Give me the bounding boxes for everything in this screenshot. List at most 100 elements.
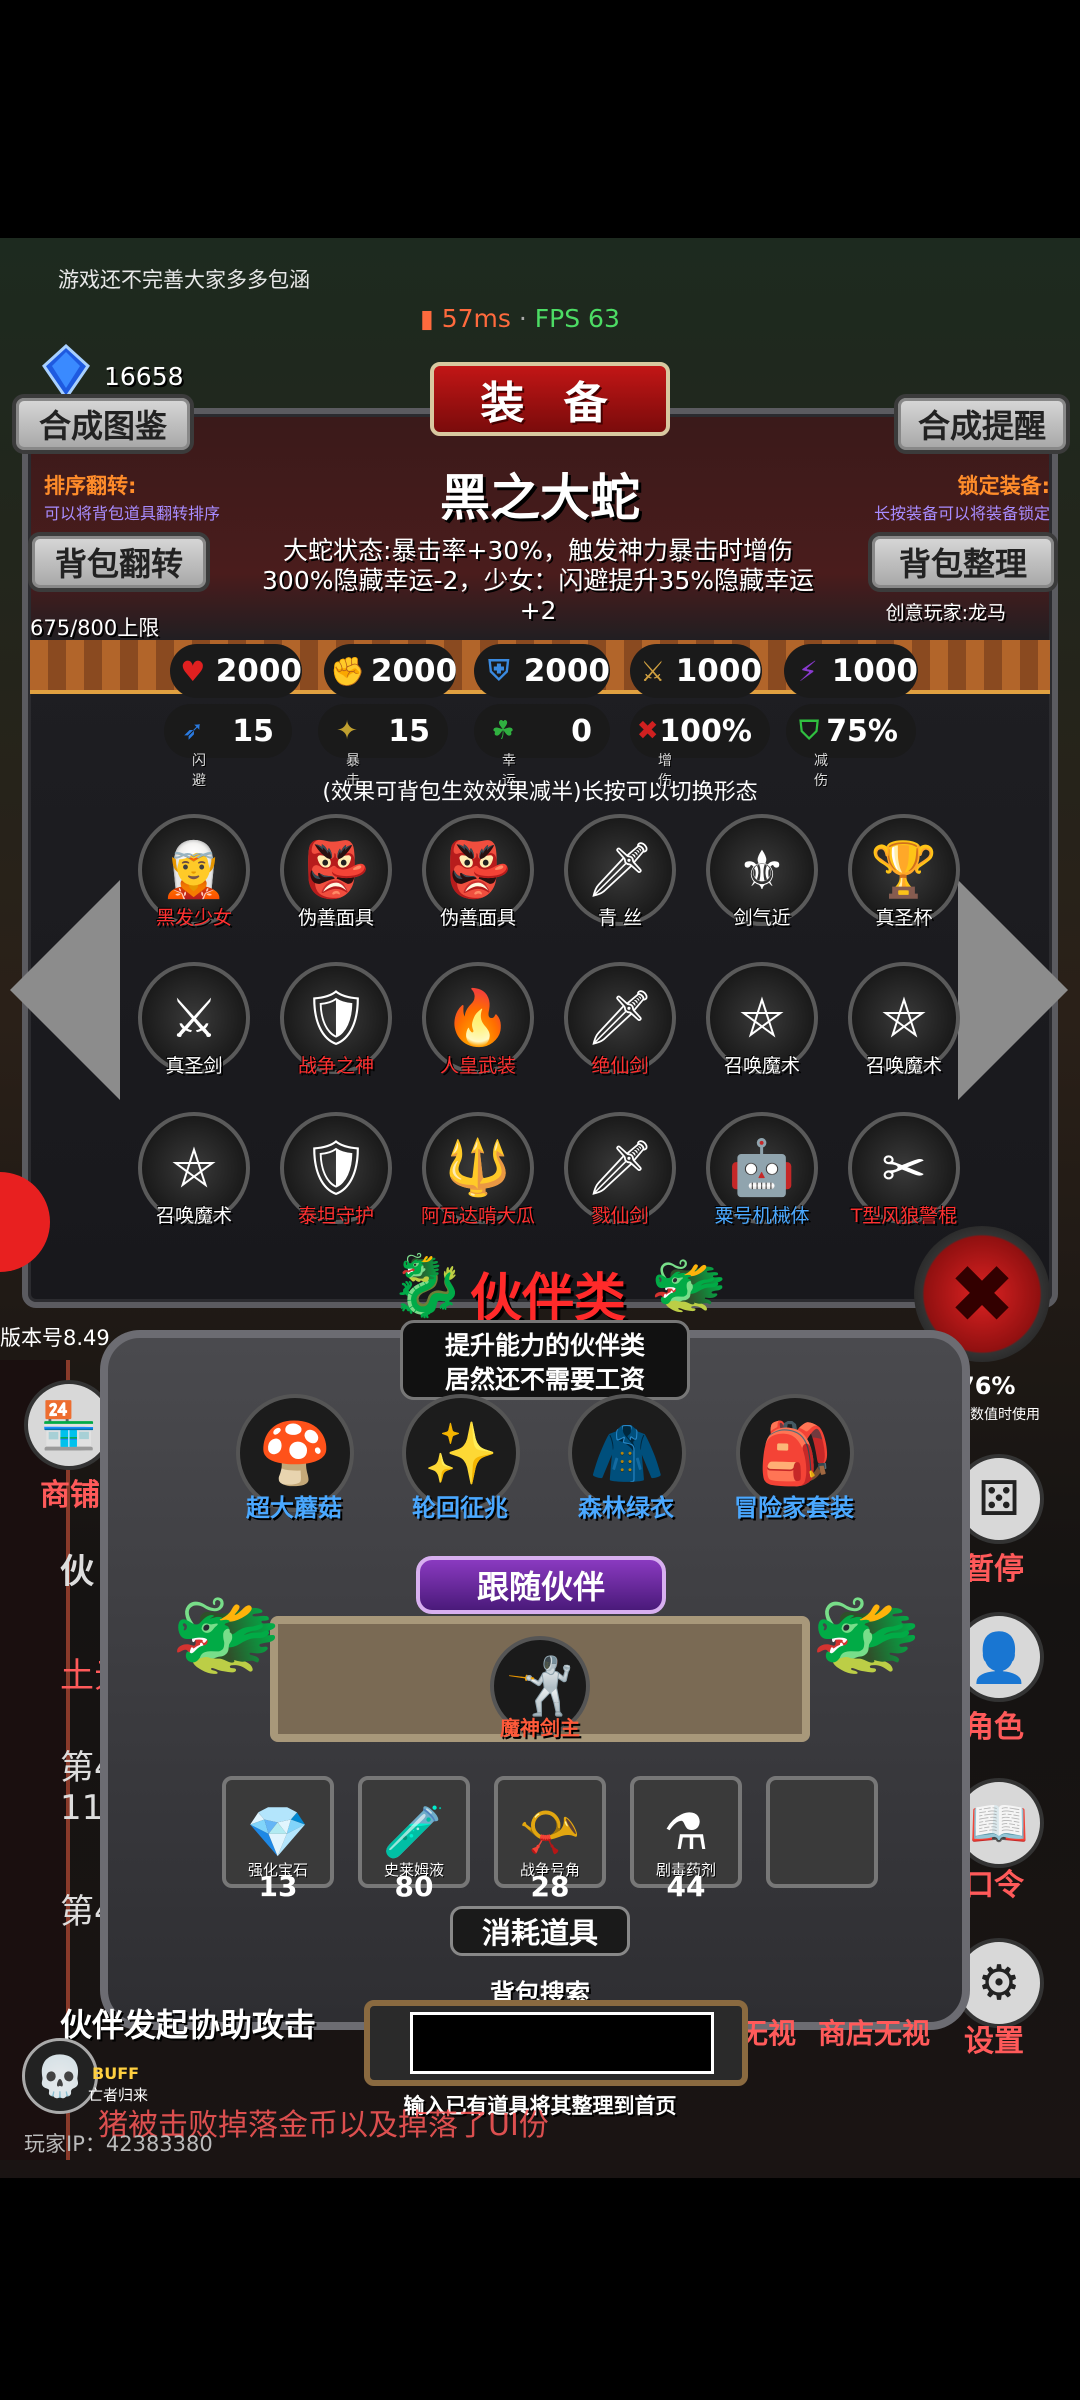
item-art-icon: 🗡: [585, 838, 655, 901]
item-art-icon: 🏆: [870, 838, 938, 901]
equipment-label: 阿瓦达啃大瓜: [420, 1205, 535, 1227]
fps-text: FPS 63: [534, 304, 620, 333]
item-art-icon: ⚜: [737, 838, 787, 902]
command-label: 口令: [964, 1868, 1024, 1903]
equipment-slot[interactable]: 🗡 青 丝: [564, 814, 676, 929]
shield-icon: ⛉ 减伤: [799, 715, 828, 790]
consumable-count: 44: [666, 1870, 706, 1903]
equipment-slot[interactable]: ⛤ 召唤魔术: [138, 1112, 250, 1227]
gem-icon: [42, 344, 90, 400]
item-art-icon: 🛡: [301, 1136, 371, 1199]
sword-icon: ⚔: [640, 654, 666, 688]
equipment-slot[interactable]: 👺 伪善面具: [280, 814, 392, 929]
latency-text: 57ms: [441, 304, 511, 333]
stat-dodge: ➶ 闪避 15: [164, 704, 292, 789]
signal-icon: ▮: [420, 304, 434, 333]
prev-page-arrow-icon[interactable]: [10, 880, 120, 1100]
equipment-label: 召唤魔术: [155, 1205, 232, 1227]
equipment-slot[interactable]: 🧝 黑发少女: [138, 814, 250, 929]
equipment-slot[interactable]: 👺 伪善面具: [422, 814, 534, 929]
equipment-slot[interactable]: ⛤ 召唤魔术: [848, 962, 960, 1077]
equipment-label: 伪善面具: [297, 907, 374, 929]
bag-flip-button[interactable]: 背包翻转: [28, 532, 210, 592]
item-art-icon: 🗡: [585, 1136, 655, 1199]
item-art-icon: ⚔: [169, 986, 219, 1050]
stat-value: 2000: [370, 653, 458, 689]
bag-tidy-button[interactable]: 背包整理: [868, 532, 1058, 592]
backpack-icon: 🎒: [757, 1418, 833, 1489]
equipment-label: 召唤魔术: [865, 1055, 942, 1077]
clover-icon: ☘ 幸运: [480, 708, 526, 789]
pause-label: 暂停: [964, 1552, 1024, 1587]
companion-label: 冒险家套装: [734, 1494, 854, 1522]
item-art-icon: ✂: [881, 1136, 927, 1200]
following-companion-label: 魔神剑主: [500, 1716, 580, 1740]
potion-icon: 🧪: [382, 1802, 446, 1861]
companion-subtitle: 提升能力的伙伴类 居然还不需要工资: [400, 1320, 690, 1400]
equipment-label: 召唤魔术: [723, 1055, 800, 1077]
item-art-icon: 🔥: [444, 986, 512, 1049]
stat-crit: ✦ 暴击 15: [318, 704, 448, 789]
equipment-slot[interactable]: ⛤ 召唤魔术: [706, 962, 818, 1077]
item-description: 大蛇状态:暴击率+30%，触发神力暴击时增伤300%隐藏幸运-2，少女：闪避提升…: [262, 536, 814, 625]
equipment-slot[interactable]: 🗡 戮仙剑: [564, 1112, 676, 1227]
magic-icon: ⚡: [798, 654, 818, 688]
gargoyle-left-icon: 🐲: [170, 1582, 283, 1687]
shop-ad-skip-text: 商店无视: [818, 2017, 931, 2050]
item-art-icon: 👺: [302, 838, 370, 901]
equipment-label: 人皇武装: [439, 1055, 516, 1077]
version-text: 版本号8.49: [0, 1326, 110, 1350]
equipment-slot[interactable]: ⚔ 真圣剑: [138, 962, 250, 1077]
equipment-slot[interactable]: 🗡 绝仙剑: [564, 962, 676, 1077]
stat-value: 2000: [215, 653, 302, 689]
item-name: 黑之大蛇: [440, 469, 640, 527]
equipment-slot[interactable]: 🔱 阿瓦达啃大瓜: [421, 1112, 535, 1227]
equipment-label: 粟号机械体: [714, 1205, 810, 1227]
equipment-label: 青 丝: [597, 907, 643, 929]
equipment-slot[interactable]: ⚜ 剑气近: [706, 814, 818, 929]
item-art-icon: 🤖: [728, 1136, 796, 1199]
heart-icon: ♥: [180, 654, 206, 688]
bag-capacity: 675/800上限: [30, 616, 160, 640]
item-art-icon: ⛤: [172, 1136, 216, 1199]
mushroom-icon: 🍄: [257, 1418, 333, 1489]
stat-luck: ☘ 幸运 0: [474, 704, 610, 789]
settings-label: 设置: [964, 2024, 1024, 2059]
item-art-icon: ⛤: [882, 986, 926, 1049]
equipment-label: T型风狼警棍: [850, 1205, 958, 1227]
equipment-label: 黑发少女: [155, 907, 232, 929]
stat-armor: ⛨ 2000: [474, 644, 610, 698]
stat-magic: ⚡ 1000: [784, 644, 918, 698]
consumable-count: 80: [394, 1870, 434, 1903]
equipment-slot[interactable]: 🛡 泰坦守护: [280, 1112, 392, 1227]
follow-companion-button[interactable]: 跟随伙伴: [416, 1556, 666, 1614]
crit-icon: ✦ 暴击: [324, 708, 370, 789]
consumable-slot-empty[interactable]: [766, 1776, 878, 1888]
stat-value: 1000: [831, 653, 918, 689]
role-label: 角色: [964, 1710, 1024, 1745]
item-art-icon: 🛡: [301, 986, 371, 1049]
item-art-icon: ⛤: [740, 986, 784, 1049]
equipment-slot[interactable]: ✂ T型风狼警棍: [848, 1112, 960, 1227]
stat-strength: ✊ 2000: [324, 644, 458, 698]
dragon-icon: 🐉: [390, 1251, 465, 1321]
synthesis-codex-button[interactable]: 合成图鉴: [12, 394, 194, 454]
notice-text: 游戏还不完善大家多多包涵: [58, 268, 310, 292]
stat-value: 75%: [826, 713, 898, 749]
knight-icon: 🤺: [505, 1654, 575, 1719]
synthesis-reminder-button[interactable]: 合成提醒: [894, 394, 1070, 454]
equipment-slot[interactable]: 🤖 粟号机械体: [706, 1112, 818, 1227]
stat-value: 100%: [659, 713, 752, 749]
item-art-icon: 👺: [444, 838, 512, 901]
buff-label: BUFF: [92, 2064, 140, 2083]
equipment-slot[interactable]: 🛡 战争之神: [280, 962, 392, 1077]
equipment-slot[interactable]: 🔥 人皇武装: [422, 962, 534, 1077]
equipment-slot[interactable]: 🏆 真圣杯: [848, 814, 960, 929]
consumable-count: 28: [530, 1870, 570, 1903]
perf-indicator: ▮ 57ms · FPS 63: [420, 304, 620, 333]
skull-icon[interactable]: 💀: [22, 2038, 98, 2114]
creator-credit: 创意玩家:龙马: [885, 602, 1006, 624]
subtitle-line: 居然还不需要工资: [444, 1365, 645, 1394]
bag-search-input[interactable]: [410, 2012, 714, 2074]
strength-icon: ✊: [330, 654, 365, 688]
